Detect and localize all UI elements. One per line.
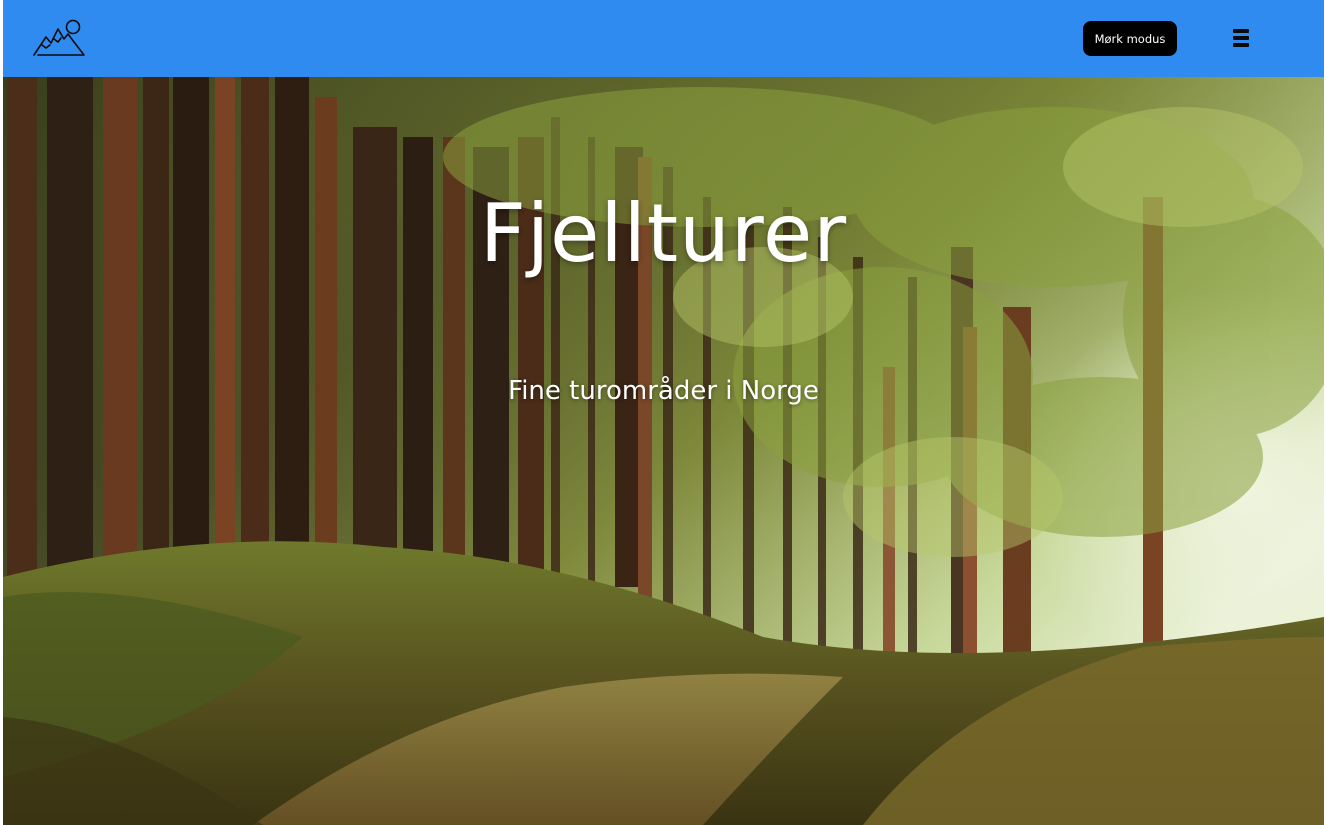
hero-subtitle: Fine turområder i Norge [508,376,819,406]
top-navbar: Mørk modus [3,0,1324,77]
mountains-logo-icon[interactable] [32,17,88,59]
page: Mørk modus Fjellturer Fine turområder i … [3,0,1324,825]
hero-title: Fjellturer [479,187,848,280]
hamburger-menu-icon[interactable] [1231,27,1255,51]
dark-mode-button[interactable]: Mørk modus [1083,21,1177,56]
hero-section: Fjellturer Fine turområder i Norge [3,77,1324,825]
